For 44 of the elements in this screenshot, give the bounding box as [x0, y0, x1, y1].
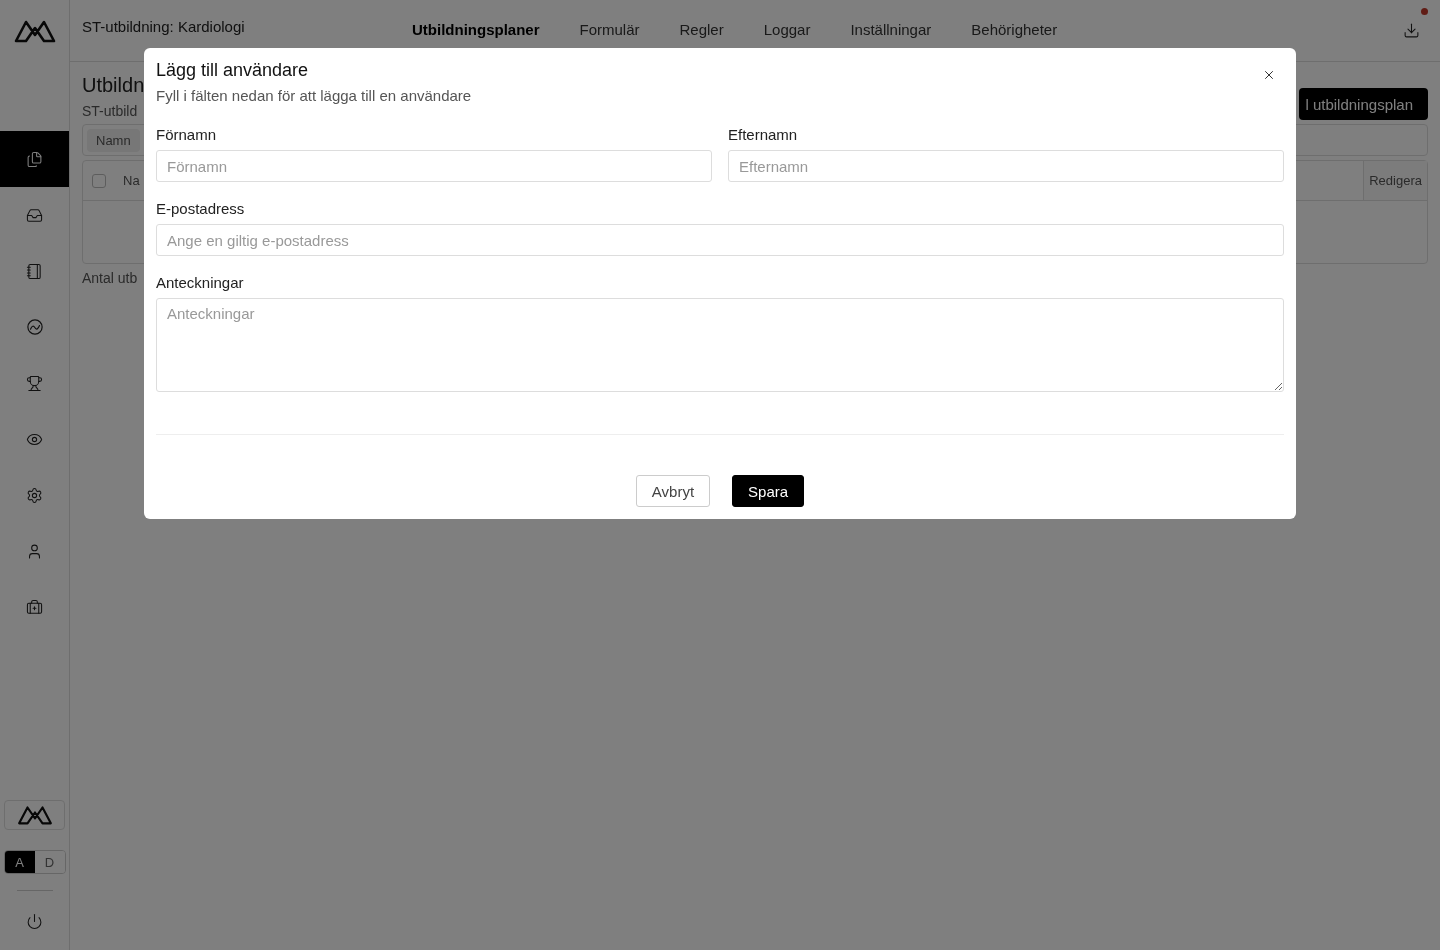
nav-tab[interactable]: Behörigheter — [971, 21, 1058, 38]
logo-icon — [13, 19, 56, 43]
nav-tab[interactable]: Formulär — [579, 21, 640, 38]
page-title: Utbildn — [82, 74, 145, 97]
filter-chip[interactable]: Namn — [87, 128, 140, 152]
notification-dot — [1421, 8, 1428, 15]
nav-tab[interactable]: Loggar — [763, 21, 811, 38]
notebook-icon[interactable] — [26, 262, 43, 280]
nav-tab[interactable]: Utbildningsplaner — [412, 21, 540, 38]
notes-field[interactable]: Anteckningar — [156, 298, 1284, 392]
inbox-icon[interactable] — [26, 206, 43, 224]
page-subtitle: ST-utbild — [82, 103, 139, 119]
select-all-checkbox[interactable] — [92, 173, 106, 188]
dialog-title: Lägg till användare — [156, 60, 309, 81]
input-field[interactable]: Ange en giltig e-postadress — [156, 224, 1284, 256]
field-label: Förnamn — [156, 126, 218, 143]
close-button[interactable] — [1262, 68, 1276, 82]
nav-tab[interactable]: Regler — [679, 21, 724, 38]
download-icon[interactable] — [1403, 22, 1420, 39]
wave-circle-icon[interactable] — [25, 318, 44, 336]
row-count: Antal utb — [82, 270, 138, 286]
nav-tab[interactable]: Inställningar — [850, 21, 932, 38]
column-header: Na — [122, 172, 141, 190]
logo-icon — [16, 805, 53, 825]
course-title: ST-utbildning: Kardiologi — [82, 18, 246, 35]
input-field[interactable]: Efternamn — [728, 150, 1284, 182]
settings-icon[interactable] — [26, 486, 43, 504]
column-header: Redigera — [1363, 161, 1427, 200]
files-icon[interactable] — [26, 150, 43, 168]
cancel-button[interactable]: Avbryt — [635, 475, 711, 507]
field-label: Anteckningar — [156, 274, 245, 291]
field-label: Efternamn — [728, 126, 799, 143]
logo-button[interactable] — [4, 800, 65, 830]
save-button[interactable]: Spara — [732, 475, 805, 507]
add-plan-button[interactable]: l utbildningsplan — [1299, 88, 1428, 120]
dialog-subtitle: Fyll i fälten nedan för att lägga till en användare — [156, 87, 473, 104]
mode-toggle[interactable]: A D — [3, 850, 66, 874]
field-label: E-postadress — [156, 200, 246, 217]
input-field[interactable]: Förnamn — [156, 150, 712, 182]
mode-option[interactable]: A — [4, 851, 35, 873]
medical-case-icon[interactable] — [26, 598, 43, 616]
trophy-icon[interactable] — [26, 374, 43, 392]
user-icon[interactable] — [26, 542, 43, 560]
power-icon[interactable] — [26, 913, 43, 930]
